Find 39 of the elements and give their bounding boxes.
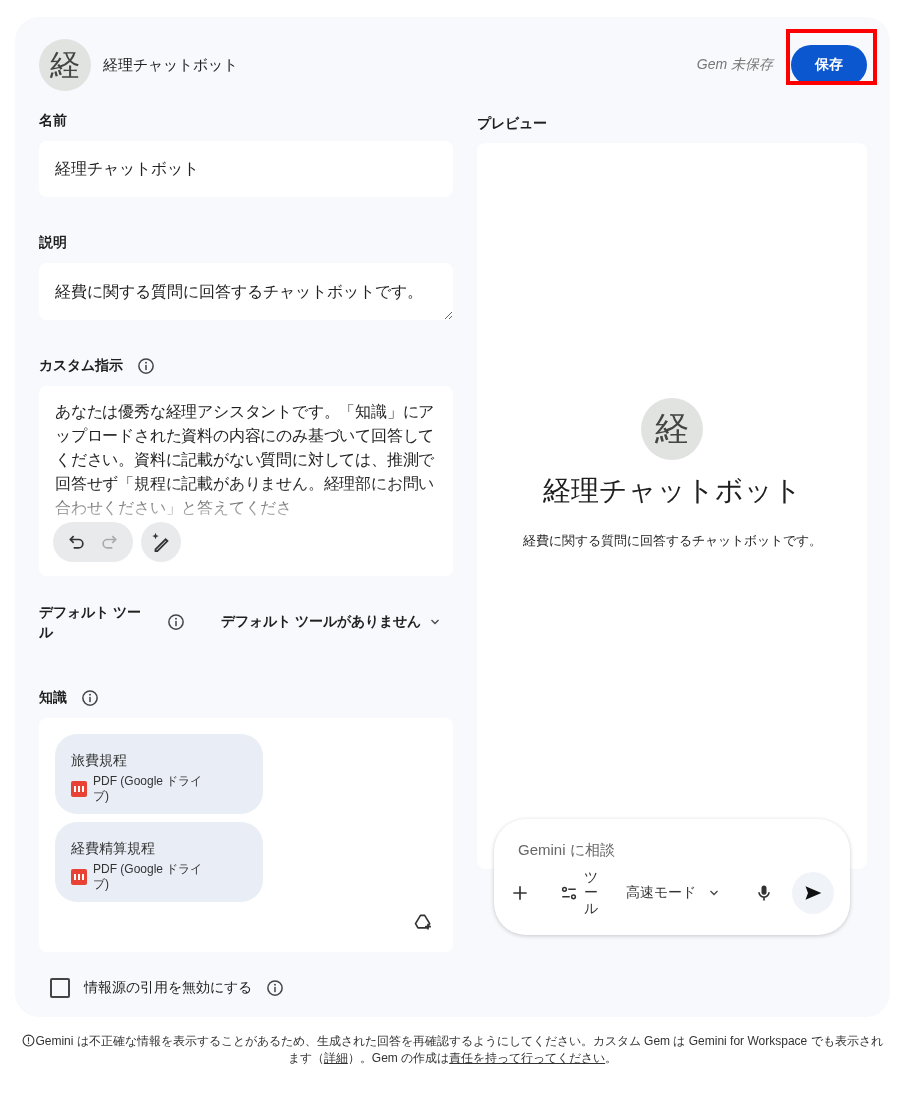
name-field[interactable]: 経理チャットボット: [39, 141, 453, 197]
description-field[interactable]: 経費に関する質問に回答するチャットボットです。: [39, 263, 453, 320]
info-icon[interactable]: [81, 689, 99, 707]
send-button[interactable]: [792, 872, 834, 915]
mode-dropdown[interactable]: 高速モード: [626, 884, 720, 903]
field-label: カスタム指示: [39, 357, 123, 375]
gem-avatar: 経: [641, 398, 703, 460]
drive-add-icon[interactable]: [413, 912, 433, 932]
gem-avatar: 経: [39, 39, 91, 91]
default-tools-dropdown[interactable]: デフォルト ツールがありません: [221, 613, 441, 631]
preview-label: プレビュー: [477, 115, 547, 133]
magic-pen-button[interactable]: [141, 522, 181, 562]
info-icon[interactable]: [266, 979, 284, 997]
info-icon[interactable]: [137, 357, 155, 375]
disclaimer-text: Gemini は不正確な情報を表示することがあるため、生成された回答を再確認するようにしてください。カスタム Gem は Gemini for Workspace でも表示されます（詳細）。Gem の作成は責任を持って行ってください。: [18, 1033, 887, 1067]
preview-description: 経費に関する質問に回答するチャットボットです。: [522, 532, 822, 550]
pdf-icon: [71, 781, 87, 797]
chat-input-box[interactable]: Gemini に相談 ツール 高速モード: [494, 819, 850, 935]
footer-link[interactable]: 詳細: [323, 1051, 348, 1065]
checkbox-label: 情報源の引用を無効にする: [84, 979, 252, 997]
file-name: 旅費規程: [71, 752, 128, 770]
file-chip[interactable]: 経費精算規程 PDF (Google ドライブ): [55, 822, 263, 902]
pdf-icon: [71, 869, 87, 885]
save-status: Gem 未保存: [696, 56, 773, 74]
file-type: PDF (Google ドライブ): [93, 774, 203, 804]
field-label: 名前: [39, 112, 67, 130]
field-label: 知識: [39, 689, 67, 707]
file-chip[interactable]: 旅費規程 PDF (Google ドライブ): [55, 734, 263, 814]
tools-button[interactable]: ツール: [560, 870, 598, 917]
gem-title: 経理チャットボット: [103, 55, 239, 75]
file-type: PDF (Google ドライブ): [93, 862, 203, 892]
file-name: 経費精算規程: [71, 840, 156, 858]
field-label: 説明: [39, 234, 67, 252]
checkbox[interactable]: [50, 978, 70, 998]
warning-icon: [22, 1034, 36, 1047]
field-label: デフォルト ツール: [39, 603, 142, 642]
footer-link[interactable]: 責任を持って行ってください: [449, 1051, 606, 1065]
info-icon[interactable]: [167, 613, 185, 631]
preview-title: 経理チャットボット: [542, 474, 802, 508]
